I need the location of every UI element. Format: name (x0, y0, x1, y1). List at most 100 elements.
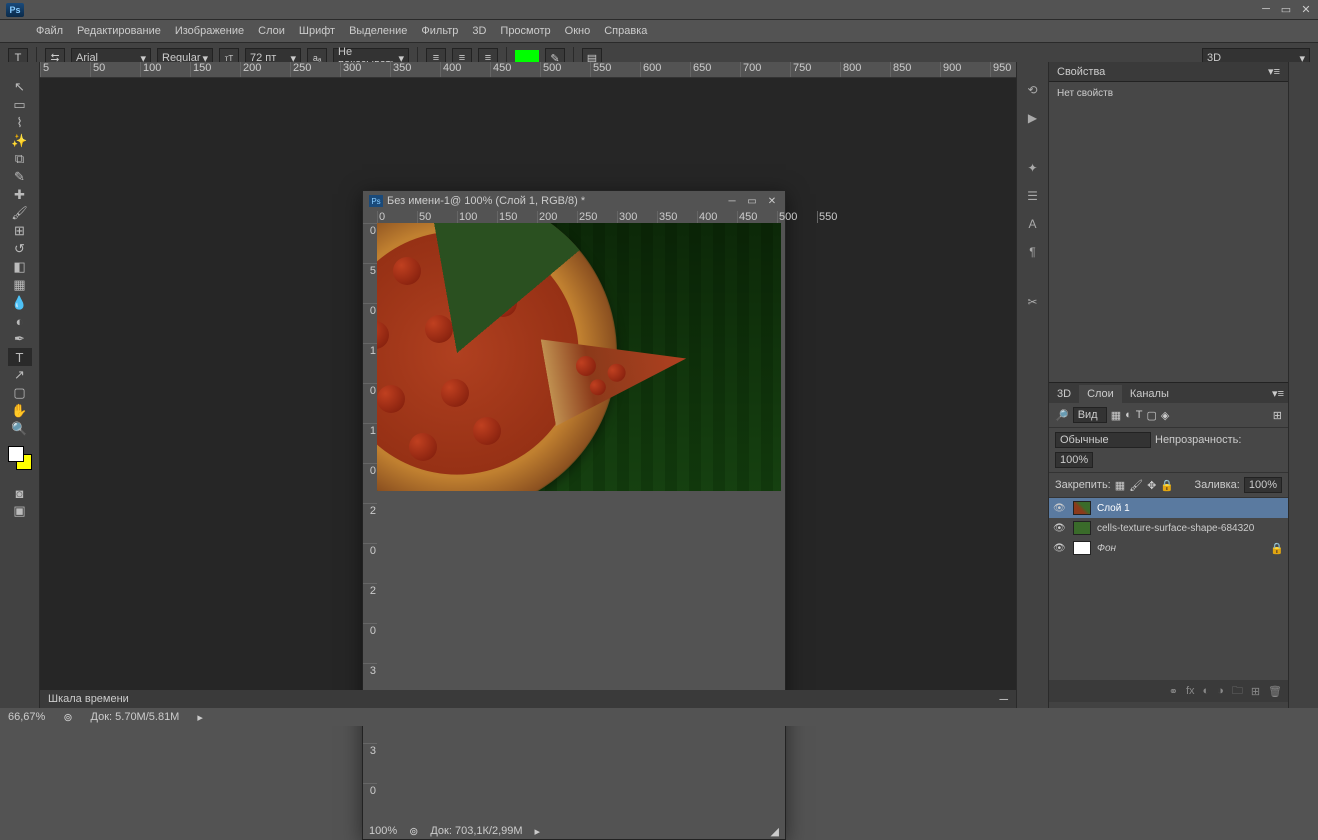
move-tool[interactable]: ↖ (8, 78, 32, 96)
type-tool[interactable]: T (8, 348, 32, 366)
screenmode-tool[interactable]: ▣ (8, 502, 32, 520)
menu-select[interactable]: Выделение (349, 25, 407, 37)
fill-input[interactable]: 100% (1244, 477, 1282, 493)
layer-row[interactable]: 👁 Слой 1 (1049, 498, 1288, 518)
marquee-tool[interactable]: ▭ (8, 96, 32, 114)
crop-tool[interactable]: ⧉ (8, 150, 32, 168)
timeline-collapse-icon[interactable]: ─ (999, 692, 1008, 706)
minimize-icon[interactable]: ─ (1260, 3, 1272, 15)
actions-panel-icon[interactable]: ▶ (1023, 108, 1043, 128)
foreground-color[interactable] (8, 446, 24, 462)
layer-thumbnail[interactable] (1073, 501, 1091, 515)
filter-pixel-icon[interactable]: ▦ (1111, 409, 1121, 422)
document-status-arrow-icon[interactable]: ▸ (535, 825, 541, 838)
delete-layer-icon[interactable]: 🗑 (1268, 685, 1282, 698)
menu-edit[interactable]: Редактирование (77, 25, 161, 37)
brush-tool[interactable]: 🖌 (8, 204, 32, 222)
menu-3d[interactable]: 3D (472, 25, 486, 37)
doc-close-icon[interactable]: ✕ (765, 195, 779, 207)
layer-name[interactable]: Слой 1 (1097, 503, 1130, 514)
properties-tab[interactable]: Свойства▾≡ (1049, 62, 1288, 82)
gradient-tool[interactable]: ▦ (8, 276, 32, 294)
filter-smart-icon[interactable]: ◈ (1161, 409, 1169, 422)
lock-all-icon[interactable]: 🔒 (1160, 479, 1174, 492)
quickmask-tool[interactable]: ◙ (8, 484, 32, 502)
menu-help[interactable]: Справка (604, 25, 647, 37)
menu-window[interactable]: Окно (565, 25, 591, 37)
blur-tool[interactable]: 💧 (8, 294, 32, 312)
history-brush-tool[interactable]: ↺ (8, 240, 32, 258)
maximize-icon[interactable]: ▭ (1280, 3, 1292, 15)
status-arrow-icon[interactable]: ▸ (197, 711, 203, 724)
filter-icon[interactable]: 🔎 (1055, 409, 1069, 422)
panel-menu-icon[interactable]: ▾≡ (1264, 384, 1288, 403)
tab-channels[interactable]: Каналы (1122, 385, 1177, 403)
visibility-icon[interactable]: 👁 (1053, 503, 1067, 514)
character-panel-icon2[interactable]: A (1023, 214, 1043, 234)
color-swatches[interactable] (4, 446, 35, 476)
filter-type-icon[interactable]: T (1136, 409, 1143, 421)
document-zoom[interactable]: 100% (369, 825, 397, 837)
clone-stamp-tool[interactable]: ⊞ (8, 222, 32, 240)
visibility-icon[interactable]: 👁 (1053, 543, 1067, 554)
menu-view[interactable]: Просмотр (500, 25, 550, 37)
zoom-tool[interactable]: 🔍 (8, 420, 32, 438)
filter-adjust-icon[interactable]: ◐ (1125, 409, 1132, 421)
dodge-tool[interactable]: ◐ (8, 312, 32, 330)
document-canvas[interactable] (377, 223, 781, 491)
hand-tool[interactable]: ✋ (8, 402, 32, 420)
close-icon[interactable]: ✕ (1300, 3, 1312, 15)
document-title-bar[interactable]: Ps Без имени-1@ 100% (Слой 1, RGB/8) * ─… (363, 191, 785, 211)
new-group-icon[interactable]: 🗀 (1232, 682, 1243, 701)
tab-layers[interactable]: Слои (1079, 385, 1122, 403)
shape-tool[interactable]: ▢ (8, 384, 32, 402)
pen-tool[interactable]: ✒ (8, 330, 32, 348)
visibility-icon[interactable]: 👁 (1053, 523, 1067, 534)
brushpresets-panel-icon[interactable]: ☰ (1023, 186, 1043, 206)
new-adjustment-icon[interactable]: ◑ (1217, 685, 1224, 697)
lock-transparency-icon[interactable]: ▦ (1115, 479, 1125, 492)
layer-row[interactable]: 👁 Фон 🔒 (1049, 538, 1288, 558)
layer-name[interactable]: cells-texture-surface-shape-684320 (1097, 523, 1254, 534)
layer-mask-icon[interactable]: ◐ (1203, 685, 1210, 697)
window-controls: ─ ▭ ✕ (1260, 3, 1312, 15)
blend-mode-select[interactable]: Обычные (1055, 432, 1151, 448)
filter-type-select[interactable]: Вид (1073, 407, 1107, 423)
eyedropper-tool[interactable]: ✎ (8, 168, 32, 186)
filter-shape-icon[interactable]: ▢ (1147, 409, 1157, 422)
magic-wand-tool[interactable]: ✨ (8, 132, 32, 150)
layer-thumbnail[interactable] (1073, 521, 1091, 535)
menu-image[interactable]: Изображение (175, 25, 244, 37)
brush-panel-icon[interactable]: ✦ (1023, 158, 1043, 178)
menu-file[interactable]: Файл (36, 25, 63, 37)
doc-minimize-icon[interactable]: ─ (725, 195, 739, 207)
layer-fx-icon[interactable]: fx (1186, 685, 1195, 697)
menu-layer[interactable]: Слои (258, 25, 285, 37)
layer-thumbnail[interactable] (1073, 541, 1091, 555)
tab-3d[interactable]: 3D (1049, 385, 1079, 403)
eraser-tool[interactable]: ◧ (8, 258, 32, 276)
paragraph-panel-icon[interactable]: ¶ (1023, 242, 1043, 262)
doc-maximize-icon[interactable]: ▭ (745, 195, 759, 207)
document-status-bar: 100% ⊚ Док: 703,1К/2,99М ▸ ◢ (363, 823, 785, 839)
document-resize-grip[interactable]: ◢ (771, 825, 779, 838)
menu-type[interactable]: Шрифт (299, 25, 335, 37)
lock-pixels-icon[interactable]: 🖌 (1129, 479, 1143, 492)
path-select-tool[interactable]: ↗ (8, 366, 32, 384)
status-zoom[interactable]: 66,67% (8, 711, 45, 723)
link-layers-icon[interactable]: ⚭ (1169, 685, 1178, 698)
lock-position-icon[interactable]: ✥ (1147, 479, 1156, 492)
layer-name[interactable]: Фон (1097, 543, 1116, 554)
document-window[interactable]: Ps Без имени-1@ 100% (Слой 1, RGB/8) * ─… (362, 190, 786, 840)
healing-brush-tool[interactable]: ✚ (8, 186, 32, 204)
lasso-tool[interactable]: ⌇ (8, 114, 32, 132)
filter-toggle[interactable]: ⊞ (1273, 409, 1282, 422)
tools-preset-icon[interactable]: ✂ (1023, 292, 1043, 312)
menu-filter[interactable]: Фильтр (421, 25, 458, 37)
history-panel-icon[interactable]: ⟲ (1023, 80, 1043, 100)
opacity-input[interactable]: 100% (1055, 452, 1093, 468)
new-layer-icon[interactable]: ⊞ (1251, 685, 1260, 698)
layer-row[interactable]: 👁 cells-texture-surface-shape-684320 (1049, 518, 1288, 538)
document-title: Без имени-1@ 100% (Слой 1, RGB/8) * (387, 195, 585, 207)
timeline-panel[interactable]: Шкала времени ─ (40, 690, 1016, 708)
